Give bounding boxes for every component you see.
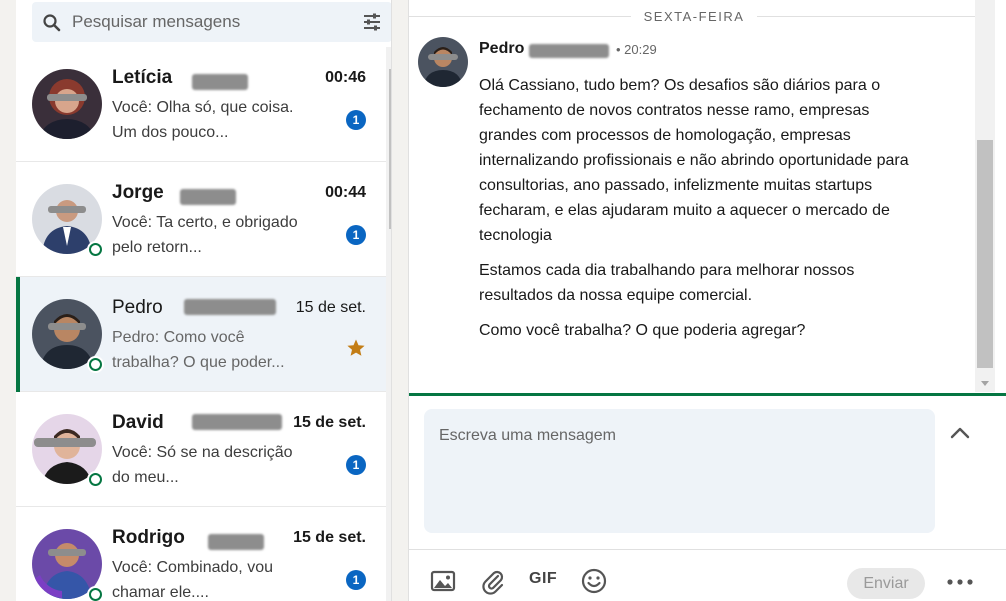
online-status-icon (87, 586, 104, 601)
online-status-icon (87, 241, 104, 258)
more-icon[interactable] (945, 572, 975, 592)
compose-divider (409, 393, 1006, 396)
scrollbar-thumb[interactable] (389, 69, 391, 229)
message-preview: Você: Ta certo, e obrigado pelo retorn..… (112, 214, 298, 256)
conversation-item[interactable]: Letícia 00:46 Você: Olha só, que coisa. … (16, 47, 386, 162)
conversation-time: 15 de set. (293, 529, 366, 546)
chevron-up-icon[interactable] (947, 420, 973, 446)
online-status-icon (87, 356, 104, 373)
contact-name: Jorge (112, 182, 164, 203)
scroll-down-icon[interactable] (981, 381, 989, 386)
sender-avatar[interactable] (418, 37, 468, 87)
unread-badge: 1 (346, 455, 366, 475)
conversation-time: 15 de set. (293, 414, 366, 431)
divider-line (409, 16, 631, 17)
unread-badge: 1 (346, 110, 366, 130)
contact-name: Letícia (112, 67, 173, 88)
filter-icon[interactable] (362, 12, 382, 32)
conversation-time: 00:46 (325, 69, 366, 86)
conversation-list: Letícia 00:46 Você: Olha só, que coisa. … (16, 47, 386, 601)
unread-badge: 1 (346, 570, 366, 590)
day-label: SEXTA-FEIRA (643, 9, 745, 24)
online-status-icon (87, 471, 104, 488)
contact-name: Pedro (112, 297, 163, 318)
scrollbar-thumb[interactable] (977, 140, 993, 368)
sender-name[interactable]: Pedro (479, 40, 524, 58)
star-icon[interactable] (346, 338, 366, 358)
redaction (184, 299, 276, 315)
message-preview: Pedro: Como você trabalha? O que poder..… (112, 329, 285, 371)
gif-button[interactable]: GIF (529, 570, 557, 588)
messaging-app: Pesquisar mensagens Letícia 00:46 Você: … (0, 0, 1006, 601)
message-paragraph: Estamos cada dia trabalhando para melhor… (479, 262, 855, 304)
conversation-item-active[interactable]: Pedro 15 de set. Pedro: Como você trabal… (16, 277, 386, 392)
message-preview: Você: Só se na descrição do meu... (112, 444, 293, 486)
divider-line (757, 16, 975, 17)
conversation-item[interactable]: Rodrigo 15 de set. Você: Combinado, vou … (16, 507, 386, 601)
unread-badge: 1 (346, 225, 366, 245)
avatar (32, 69, 102, 139)
redaction (180, 189, 236, 205)
image-icon[interactable] (429, 567, 457, 595)
message-time: • 20:29 (616, 42, 657, 57)
message-paragraph: Como você trabalha? O que poderia agrega… (479, 322, 806, 339)
message-body: Olá Cassiano, tudo bem? Os desafios são … (479, 73, 909, 353)
thread-scrollbar[interactable] (975, 0, 995, 392)
paperclip-icon[interactable] (479, 567, 507, 595)
message-preview: Você: Combinado, vou chamar ele.... (112, 559, 273, 601)
send-button[interactable]: Enviar (847, 568, 925, 599)
contact-name: David (112, 412, 164, 433)
message-input[interactable] (424, 409, 935, 533)
conversation-time: 00:44 (325, 184, 366, 201)
message-preview: Você: Olha só, que coisa. Um dos pouco..… (112, 99, 294, 141)
conversation-panel: Pesquisar mensagens Letícia 00:46 Você: … (16, 0, 392, 601)
conversation-time: 15 de set. (295, 299, 366, 316)
day-divider: SEXTA-FEIRA (409, 8, 975, 28)
conversation-scrollbar[interactable] (386, 47, 391, 601)
message-paragraph: Olá Cassiano, tudo bem? Os desafios são … (479, 77, 909, 244)
redaction (192, 414, 282, 430)
redaction (529, 44, 609, 58)
contact-name: Rodrigo (112, 527, 185, 548)
compose-toolbar: GIF Enviar (409, 549, 1006, 601)
search-bar[interactable]: Pesquisar mensagens (32, 2, 391, 42)
conversation-item[interactable]: Jorge 00:44 Você: Ta certo, e obrigado p… (16, 162, 386, 277)
message-thread-panel: SEXTA-FEIRA Pedro • 20:29 Olá Cassiano, … (408, 0, 1006, 601)
conversation-item[interactable]: David 15 de set. Você: Só se na descriçã… (16, 392, 386, 507)
redaction (192, 74, 248, 90)
redaction (208, 534, 264, 550)
emoji-icon[interactable] (580, 567, 608, 595)
search-input[interactable]: Pesquisar mensagens (72, 12, 240, 32)
search-icon (43, 14, 61, 32)
